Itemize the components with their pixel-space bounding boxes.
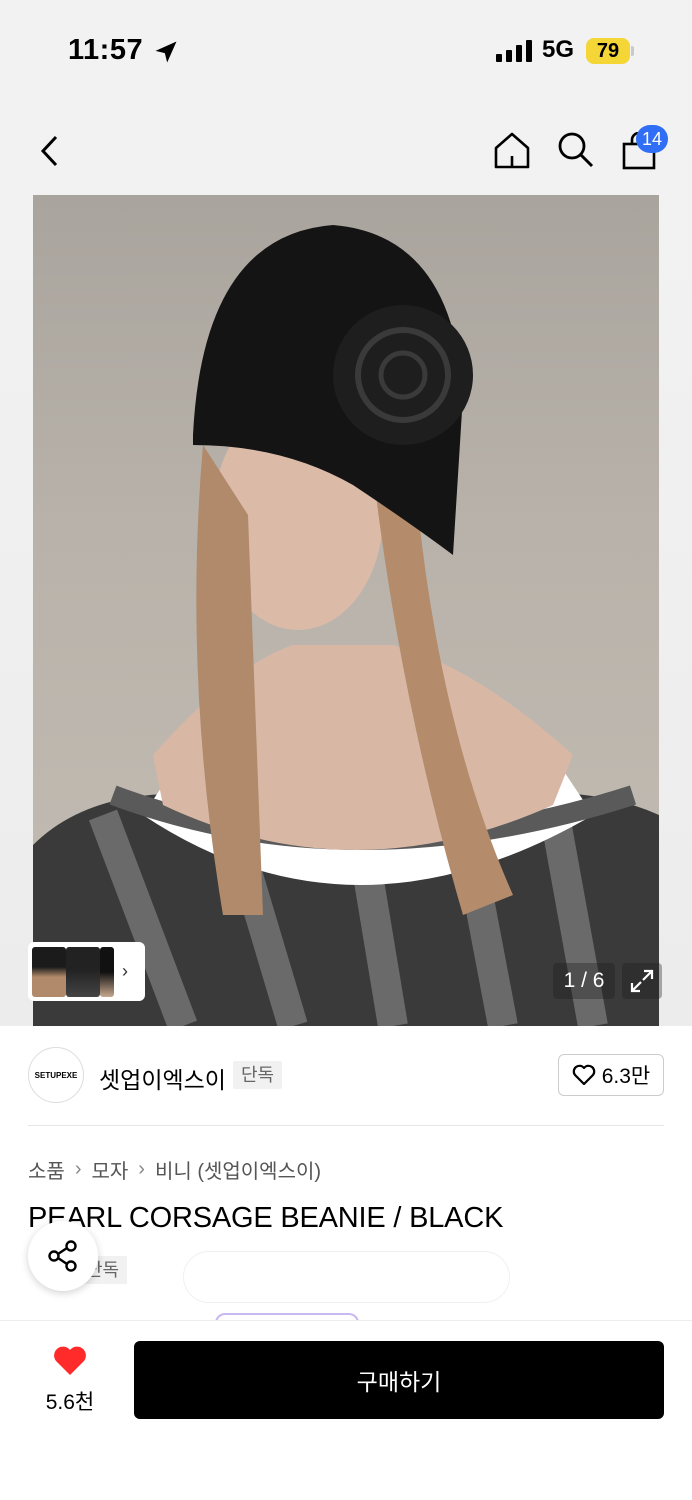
expand-icon[interactable] bbox=[622, 963, 662, 999]
breadcrumb-item[interactable]: 비니 (셋업이엑스이) bbox=[155, 1155, 321, 1184]
model-illustration bbox=[33, 225, 659, 1026]
battery-icon: 79 bbox=[586, 38, 630, 64]
product-title: PEARL CORSAGE BEANIE / BLACK bbox=[28, 1202, 504, 1234]
chevron-right-icon: › bbox=[138, 1158, 145, 1180]
thumbnail-1[interactable] bbox=[32, 946, 66, 997]
chevron-right-icon[interactable]: › bbox=[122, 961, 128, 982]
thumbnail-2[interactable] bbox=[66, 946, 100, 997]
brand-logo-text: SETUPEXE bbox=[34, 1070, 78, 1080]
brand-row[interactable]: SETUPEXE 셋업이엑스이 단독 6.3만 bbox=[0, 1026, 692, 1126]
network-type: 5G bbox=[542, 36, 575, 63]
thumbnail-strip[interactable]: › bbox=[28, 942, 145, 1001]
status-bar: 11:57 5G 79 bbox=[0, 0, 692, 100]
heart-outline-icon bbox=[572, 1064, 596, 1086]
cart-count-badge: 14 bbox=[636, 125, 668, 153]
breadcrumb-item[interactable]: 모자 bbox=[91, 1155, 128, 1184]
brand-like-count: 6.3만 bbox=[601, 1065, 651, 1088]
chevron-right-icon: › bbox=[74, 1158, 82, 1180]
buy-button[interactable]: 구매하기 bbox=[134, 1341, 664, 1419]
favorite-count: 5.6천 bbox=[45, 1391, 95, 1414]
heart-filled-icon[interactable] bbox=[52, 1345, 88, 1377]
divider bbox=[28, 1125, 664, 1126]
exclusive-badge: 단독 bbox=[233, 1061, 283, 1089]
thumbnail-3[interactable] bbox=[100, 946, 114, 997]
floating-pill bbox=[183, 1251, 510, 1303]
brand-name[interactable]: 셋업이엑스이 bbox=[99, 1061, 226, 1095]
breadcrumb-item[interactable]: 소품 bbox=[28, 1155, 65, 1184]
brand-logo[interactable]: SETUPEXE bbox=[28, 1047, 84, 1103]
share-icon bbox=[48, 1240, 77, 1272]
signal-icon bbox=[496, 40, 532, 62]
home-icon[interactable] bbox=[492, 130, 532, 170]
search-icon[interactable] bbox=[556, 130, 596, 170]
product-photo[interactable] bbox=[33, 195, 659, 1026]
location-arrow-icon bbox=[155, 41, 177, 63]
battery-tip bbox=[631, 46, 634, 56]
breadcrumb: 소품 › 모자 › 비니 (셋업이엑스이) bbox=[28, 1155, 321, 1184]
back-chevron-icon[interactable] bbox=[38, 134, 62, 168]
share-button[interactable] bbox=[28, 1221, 98, 1291]
brand-like-button[interactable]: 6.3만 bbox=[558, 1054, 664, 1096]
product-gallery[interactable]: › 1 / 6 bbox=[0, 195, 692, 1026]
status-time: 11:57 bbox=[68, 34, 144, 66]
nav-bar bbox=[0, 100, 692, 195]
image-counter: 1 / 6 bbox=[553, 963, 615, 999]
